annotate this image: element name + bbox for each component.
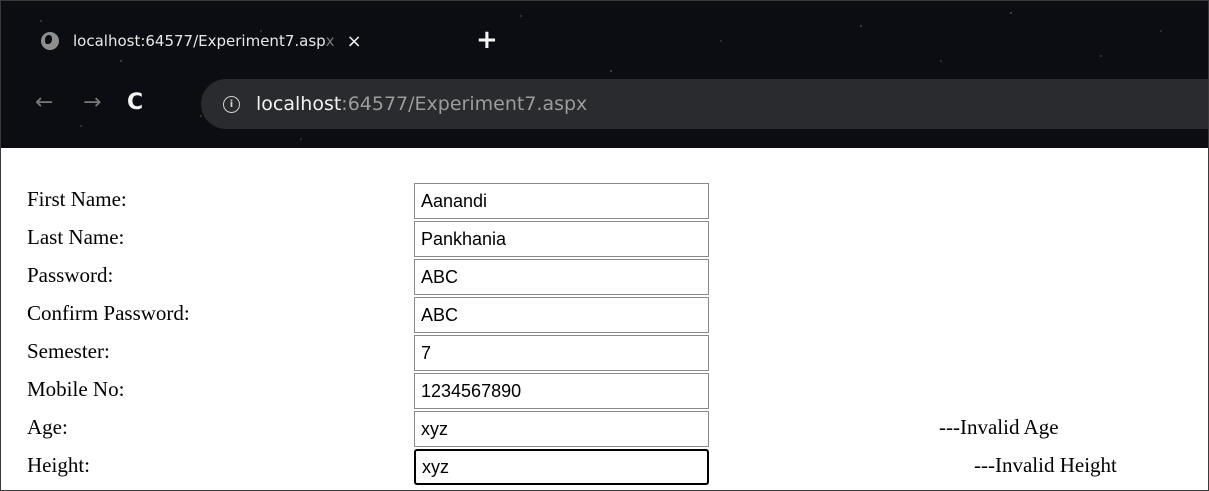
last-name-label: Last Name: bbox=[27, 225, 125, 249]
browser-tab[interactable]: localhost:64577/Experiment7.aspx × bbox=[41, 21, 362, 61]
form-row-semester: Semester: bbox=[27, 335, 1207, 373]
screenshot-frame: localhost:64577/Experiment7.aspx × + ← →… bbox=[0, 0, 1209, 491]
height-input[interactable] bbox=[414, 449, 709, 485]
form-row-confirm-password: Confirm Password: bbox=[27, 297, 1207, 335]
globe-icon bbox=[41, 32, 59, 50]
form-row-mobile-no: Mobile No: bbox=[27, 373, 1207, 411]
form-row-password: Password: bbox=[27, 259, 1207, 297]
last-name-input[interactable] bbox=[414, 221, 709, 257]
form-row-last-name: Last Name: bbox=[27, 221, 1207, 259]
height-error-message: ---Invalid Height bbox=[974, 453, 1117, 477]
password-input[interactable] bbox=[414, 259, 709, 295]
new-tab-button[interactable]: + bbox=[476, 23, 498, 57]
forward-button[interactable]: → bbox=[83, 86, 101, 120]
confirm-password-input[interactable] bbox=[414, 297, 709, 333]
confirm-password-label: Confirm Password: bbox=[27, 301, 190, 325]
height-label: Height: bbox=[27, 453, 90, 477]
age-label: Age: bbox=[27, 415, 68, 439]
page-content: First Name: Last Name: Password: Confirm… bbox=[1, 148, 1208, 490]
form-row-age: Age: ---Invalid Age bbox=[27, 411, 1207, 449]
password-label: Password: bbox=[27, 263, 114, 287]
address-bar[interactable]: i localhost:64577/Experiment7.aspx bbox=[201, 79, 1208, 129]
first-name-input[interactable] bbox=[414, 183, 709, 219]
semester-label: Semester: bbox=[27, 339, 110, 363]
close-tab-icon[interactable]: × bbox=[347, 31, 362, 52]
age-input[interactable] bbox=[414, 411, 709, 447]
semester-input[interactable] bbox=[414, 335, 709, 371]
info-icon[interactable]: i bbox=[223, 95, 240, 113]
form-row-height: Height: ---Invalid Height bbox=[27, 449, 1207, 487]
form-row-first-name: First Name: bbox=[27, 183, 1207, 221]
age-error-message: ---Invalid Age bbox=[939, 415, 1059, 439]
mobile-no-input[interactable] bbox=[414, 373, 709, 409]
first-name-label: First Name: bbox=[27, 187, 127, 211]
back-button[interactable]: ← bbox=[35, 86, 53, 120]
tab-title: localhost:64577/Experiment7.aspx bbox=[73, 32, 335, 50]
url-text: localhost:64577/Experiment7.aspx bbox=[256, 93, 588, 115]
mobile-no-label: Mobile No: bbox=[27, 377, 125, 401]
browser-chrome: localhost:64577/Experiment7.aspx × + ← →… bbox=[1, 1, 1208, 148]
reload-button[interactable]: C bbox=[127, 86, 143, 120]
